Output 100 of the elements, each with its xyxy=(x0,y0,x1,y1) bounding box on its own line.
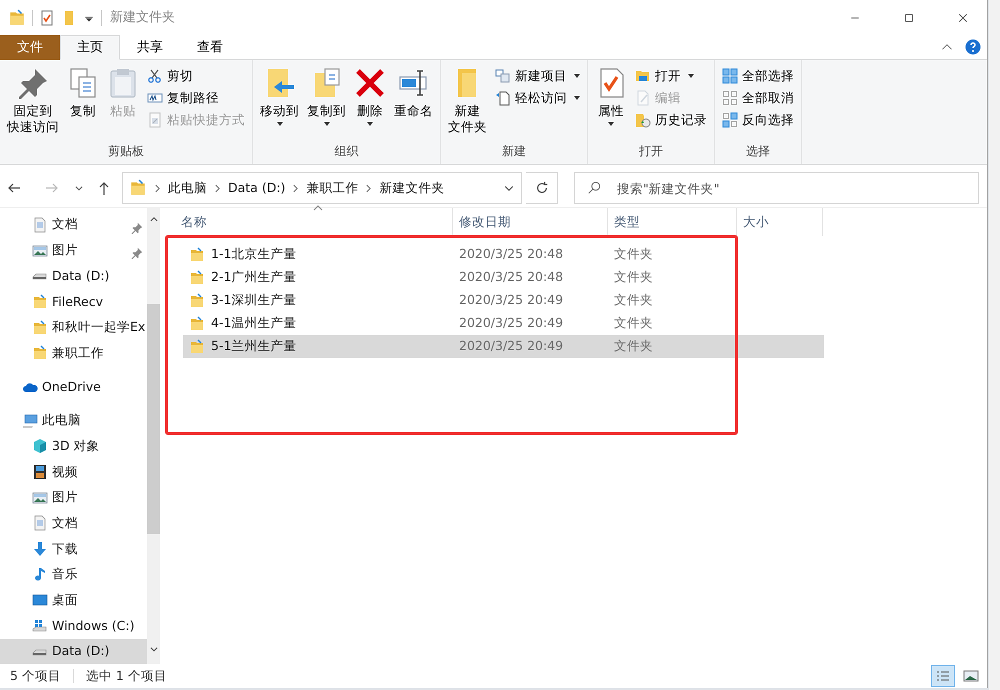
search-icon xyxy=(587,181,601,195)
group-label: 组织 xyxy=(334,143,360,160)
ribbon-button[interactable]: 轻松访问 xyxy=(492,87,583,109)
grid-outline-icon xyxy=(722,90,738,106)
ribbon-button[interactable]: 固定到 快速访问 xyxy=(4,65,62,142)
group-label: 打开 xyxy=(638,143,664,160)
folder-icon xyxy=(32,320,48,336)
document-icon xyxy=(32,216,48,233)
ribbon-tab[interactable]: 查看 xyxy=(180,35,240,60)
folder-icon xyxy=(189,316,205,332)
type-cell-text: 文件夹 xyxy=(613,314,654,332)
type-cell-text: 文件夹 xyxy=(613,291,654,310)
date-cell-text: 2020/3/25 20:49 xyxy=(458,337,564,356)
ribbon-button[interactable]: 剪切 xyxy=(144,65,248,87)
file-row[interactable]: 3-1深圳生产量 2020/3/25 20:49 文件夹 xyxy=(183,289,824,312)
ribbon-button[interactable]: 反向选择 xyxy=(719,109,797,131)
ribbon-button[interactable]: 全部选择 xyxy=(719,65,797,87)
nav-item[interactable]: 兼职工作 xyxy=(0,340,147,366)
nav-item[interactable]: 和秋叶一起学Ex xyxy=(0,314,147,340)
nav-item[interactable]: 此电脑 xyxy=(0,408,147,434)
ribbon-button[interactable]: 删除 xyxy=(351,65,389,142)
checkmark-page-icon[interactable] xyxy=(39,10,55,26)
ribbon-button[interactable]: 属性 xyxy=(592,65,630,142)
nav-item[interactable]: 图片 xyxy=(0,238,147,264)
close-icon xyxy=(354,67,386,99)
ribbon-tab[interactable]: 主页 xyxy=(60,35,120,60)
nav-item[interactable]: 文档 xyxy=(0,510,147,536)
grid-mixed-icon xyxy=(722,112,738,128)
search-field[interactable]: 搜索"新建文件夹" xyxy=(574,172,979,204)
nav-item[interactable]: OneDrive xyxy=(0,374,147,400)
nav-item[interactable]: 桌面 xyxy=(0,588,147,614)
file-row[interactable]: 4-1温州生产量 2020/3/25 20:49 文件夹 xyxy=(183,312,824,335)
breadcrumb[interactable]: 此电脑 xyxy=(168,178,207,198)
folder-icon xyxy=(189,246,205,262)
ribbon-button[interactable]: 重命名 xyxy=(391,65,436,142)
nav-item[interactable]: 音乐 xyxy=(0,562,147,588)
scrollbar-thumb[interactable] xyxy=(147,304,160,534)
date-cell-text: 2020/3/25 20:49 xyxy=(458,314,564,332)
help-icon[interactable] xyxy=(965,39,981,55)
details-view-button[interactable] xyxy=(931,665,955,687)
ribbon-button[interactable]: 打开 xyxy=(632,65,710,87)
breadcrumb[interactable]: Data (D:) xyxy=(228,178,286,198)
folder-icon xyxy=(189,270,205,286)
ribbon-tab[interactable]: 共享 xyxy=(120,35,180,60)
scrollbar[interactable] xyxy=(147,208,160,664)
folder-icon xyxy=(189,292,205,308)
desktop-icon xyxy=(32,592,48,608)
group-label: 新建 xyxy=(501,143,527,160)
ribbon-button[interactable]: 复制路径 xyxy=(144,87,248,109)
file-name: 3-1深圳生产量 xyxy=(211,291,296,310)
ribbon-button[interactable]: 新建 文件夹 xyxy=(445,65,490,142)
nav-item[interactable]: 文档 xyxy=(0,212,147,238)
nav-item[interactable]: 3D 对象 xyxy=(0,434,147,460)
music-note-icon xyxy=(32,566,48,583)
grid-icon xyxy=(722,68,738,84)
download-icon xyxy=(32,541,48,558)
file-row[interactable]: 5-1兰州生产量 2020/3/25 20:49 文件夹 xyxy=(183,335,824,358)
computer-icon xyxy=(22,412,38,429)
ribbon-button[interactable]: 全部取消 xyxy=(719,87,797,109)
refresh-button[interactable] xyxy=(526,172,558,204)
picture-icon xyxy=(32,242,48,259)
cube-icon xyxy=(32,438,48,454)
type-cell-text: 文件夹 xyxy=(613,337,654,356)
nav-item[interactable]: Data (D:) xyxy=(0,263,147,290)
file-row[interactable]: 2-1广州生产量 2020/3/25 20:48 文件夹 xyxy=(183,266,824,289)
large-icons-view-icon xyxy=(963,668,979,684)
selection-count: 选中 1 个项目 xyxy=(86,666,167,685)
open-folder-icon xyxy=(635,68,651,84)
ribbon-button[interactable]: 复制到 xyxy=(304,65,349,142)
pushpin-icon xyxy=(17,67,49,99)
nav-item[interactable]: FileRecv xyxy=(0,289,147,315)
file-name: 2-1广州生产量 xyxy=(211,268,296,286)
breadcrumb[interactable]: 新建文件夹 xyxy=(379,178,444,198)
type-cell-text: 文件夹 xyxy=(613,245,654,264)
date-cell-text: 2020/3/25 20:48 xyxy=(458,245,564,264)
breadcrumb[interactable]: 兼职工作 xyxy=(306,178,358,198)
ribbon-button[interactable]: 复制 xyxy=(64,65,102,142)
column-header[interactable]: 修改日期 xyxy=(453,208,608,236)
shortcut-page-icon xyxy=(147,112,163,128)
column-header[interactable]: 名称 xyxy=(175,208,453,236)
ribbon-button[interactable]: 移动到 xyxy=(257,65,302,142)
address-bar[interactable]: 此电脑 Data (D:) 兼职工作 新建文件夹 xyxy=(122,172,522,204)
chevron-right-icon xyxy=(364,184,374,192)
nav-item[interactable]: 视频 xyxy=(0,459,147,485)
document-icon xyxy=(32,515,48,532)
nav-item[interactable]: Data (D:) xyxy=(0,639,147,664)
date-cell-text: 2020/3/25 20:48 xyxy=(458,268,564,286)
nav-item[interactable]: Windows (C:) xyxy=(0,613,147,639)
ribbon-button[interactable]: 历史记录 xyxy=(632,109,710,131)
column-header[interactable]: 类型 xyxy=(608,208,737,236)
nav-item[interactable]: 图片 xyxy=(0,484,147,511)
file-row[interactable]: 1-1北京生产量 2020/3/25 20:48 文件夹 xyxy=(183,243,824,266)
chevron-right-icon xyxy=(291,184,300,192)
nav-item[interactable]: 下载 xyxy=(0,536,147,562)
ribbon-tab[interactable]: 文件 xyxy=(0,35,60,60)
new-item-icon xyxy=(495,68,511,84)
folder-icon xyxy=(129,179,147,197)
maximize-icon xyxy=(903,12,915,24)
column-header[interactable]: 大小 xyxy=(737,208,823,236)
ribbon-button[interactable]: 新建项目 xyxy=(492,65,583,87)
